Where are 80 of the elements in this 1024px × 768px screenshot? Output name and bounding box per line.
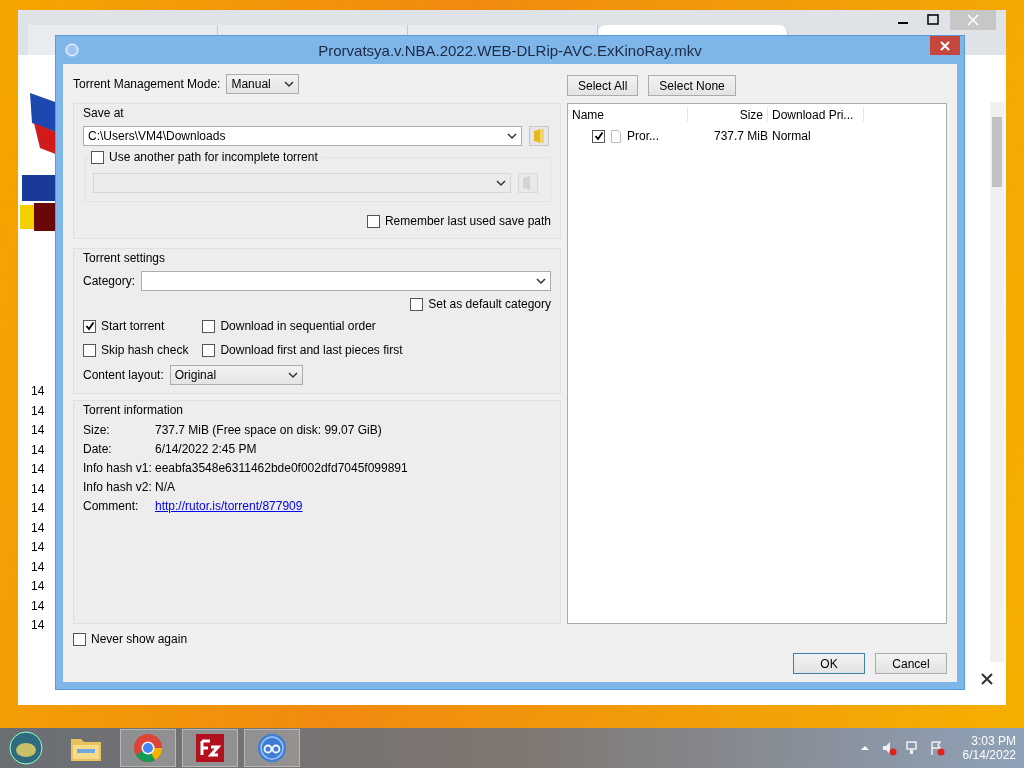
checkbox-label: Remember last used save path (384, 214, 551, 228)
group-title: Torrent settings (83, 251, 166, 265)
checkbox[interactable] (202, 319, 216, 333)
window-title: Prorvatsya.v.NBA.2022.WEB-DLRip-AVC.ExKinoRay.mkv (318, 41, 702, 59)
path-dropdown[interactable]: C:\Users\VM4\Downloads (83, 126, 522, 146)
info-value: eeabfa3548e6311462bde0f002dfd7045f099891 (155, 461, 409, 475)
checkbox-label: Skip hash check (101, 343, 189, 357)
row-number: 14 (31, 384, 45, 400)
checkbox[interactable] (202, 343, 216, 357)
row-number: 14 (31, 423, 45, 439)
cancel-button[interactable]: Cancel (875, 653, 947, 674)
close-icon[interactable] (980, 672, 994, 686)
close-icon (940, 40, 950, 51)
checkbox[interactable] (410, 297, 424, 311)
row-number: 14 (31, 579, 45, 595)
field-label: Content layout: (83, 368, 164, 382)
row-number: 14 (31, 598, 45, 615)
row-number: 14 (31, 540, 45, 556)
comment-link[interactable]: http://rutor.is/torrent/877909 (155, 499, 303, 513)
row-number: 14 (31, 462, 45, 478)
column-header[interactable]: Download Pri... (768, 108, 864, 122)
checkbox-label: Never show again (91, 632, 188, 646)
qbittorrent-icon (64, 42, 80, 58)
info-value: 6/14/2022 2:45 PM (155, 442, 258, 456)
filezilla-icon (195, 733, 225, 763)
flag-icon[interactable] (928, 740, 945, 756)
taskbar-button[interactable] (244, 729, 300, 767)
speaker-icon[interactable] (880, 740, 897, 756)
row-number: 14 (31, 520, 45, 537)
mode-dropdown[interactable]: Manual (226, 74, 300, 94)
row-number: 14 (31, 618, 45, 634)
checkbox[interactable] (83, 319, 96, 333)
checkbox[interactable] (592, 129, 605, 143)
chevron-icon (536, 277, 546, 285)
checkbox-label: Start torrent (101, 319, 165, 333)
checkbox-label: Download first and last pieces first (220, 343, 403, 357)
checkbox[interactable] (366, 214, 380, 228)
row-number: 14 (31, 403, 45, 420)
chevron-icon (287, 371, 298, 379)
file-name: Pror... (627, 129, 659, 143)
select-button[interactable]: Select None (648, 75, 736, 96)
row-number: 14 (31, 442, 45, 459)
checkbox-label: Download in sequential order (220, 319, 376, 333)
chrome-icon (133, 733, 163, 763)
info-value: N/A (155, 480, 176, 494)
file-icon (611, 129, 621, 143)
info-label: Size: (83, 423, 111, 437)
chevron-icon (496, 179, 506, 187)
file-size: 737.7 MiB (712, 129, 768, 143)
column-header[interactable]: Name (568, 108, 688, 122)
checkbox[interactable] (73, 632, 86, 646)
file-priority: Normal (771, 129, 812, 143)
folder-icon (533, 128, 545, 144)
scrollbar[interactable] (990, 102, 1004, 662)
chevron-icon (507, 132, 517, 140)
row-number: 14 (31, 501, 45, 517)
checkbox-label: Set as default category (428, 297, 551, 311)
info-label: Info hash v2: (83, 480, 153, 494)
row-number: 14 (31, 481, 45, 498)
start-icon[interactable] (8, 730, 44, 766)
chevron-icon (284, 80, 295, 88)
info-label: Comment: (83, 499, 140, 513)
taskbar-button[interactable] (182, 729, 238, 767)
qbittorrent-icon (257, 733, 287, 763)
ok-button[interactable]: OK (793, 653, 865, 674)
row-number: 14 (31, 559, 45, 576)
group-title: Save at (83, 106, 124, 120)
select-button[interactable]: Select All (567, 75, 639, 96)
info-label: Info hash v1: (83, 461, 153, 475)
field-label: Torrent Management Mode: (73, 77, 221, 91)
layout-dropdown[interactable]: Original (169, 365, 303, 385)
info-label: Date: (83, 442, 113, 456)
close-button[interactable] (930, 36, 960, 55)
group-title: Torrent information (83, 403, 184, 417)
checkbox[interactable] (83, 343, 96, 357)
checkbox[interactable] (91, 150, 104, 164)
info-value: 737.7 MiB (Free space on disk: 99.07 GiB) (155, 423, 383, 437)
field-label: Category: (83, 274, 136, 288)
checkbox-label: Use another path for incomplete torrent (109, 150, 318, 164)
column-header[interactable]: Size (688, 108, 768, 122)
